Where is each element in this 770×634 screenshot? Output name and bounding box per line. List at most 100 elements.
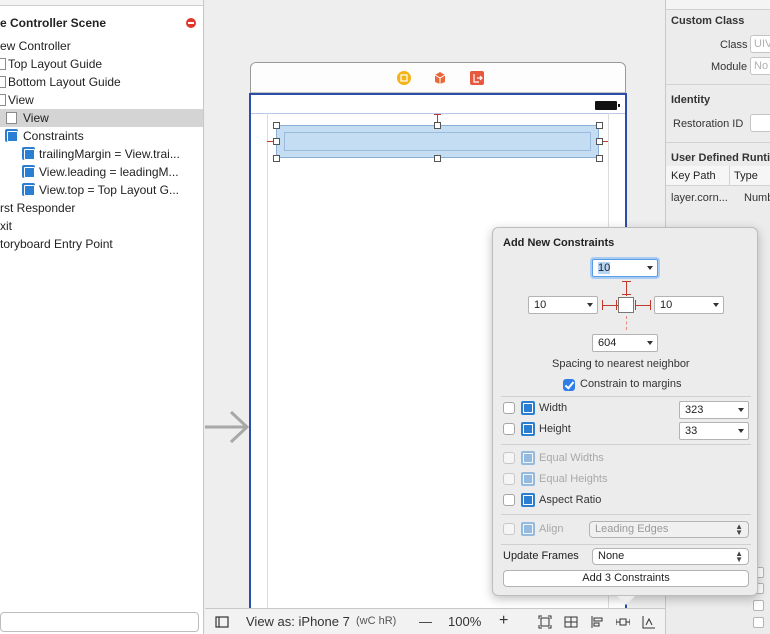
keypath-column[interactable]: Key Path	[671, 170, 716, 182]
update-frames-popup[interactable]: None ▲ ▼	[592, 548, 749, 565]
bottom-strut[interactable]	[626, 316, 627, 330]
outline-filter-field[interactable]	[0, 612, 199, 632]
resize-handle[interactable]	[596, 155, 603, 162]
aspect-ratio-label: Aspect Ratio	[539, 494, 602, 506]
zoom-out-button[interactable]: —	[419, 614, 432, 629]
resize-handle[interactable]	[596, 122, 603, 129]
equal-heights-label: Equal Heights	[539, 473, 608, 485]
restoration-id-field[interactable]	[750, 114, 770, 132]
height-icon	[521, 422, 535, 436]
bottom-spacing-value: 604	[598, 337, 617, 349]
aspect-ratio-icon	[521, 493, 535, 507]
top-spacing-field[interactable]: 10	[592, 259, 658, 277]
outline-item-constraint[interactable]: View.leading = leadingM...	[0, 163, 203, 181]
constraints-icon	[5, 129, 18, 142]
constrain-to-margins-label: Constrain to margins	[580, 378, 682, 390]
inspector-checkbox[interactable]	[753, 617, 764, 628]
divider	[501, 396, 751, 397]
outline-item-first-responder[interactable]: rst Responder	[0, 199, 203, 217]
chevron-down-icon[interactable]	[647, 341, 653, 345]
spacing-label: Spacing to nearest neighbor	[552, 358, 690, 370]
subview-content	[284, 132, 591, 151]
resize-handle[interactable]	[273, 138, 280, 145]
chevron-down-icon[interactable]	[587, 303, 593, 307]
exit-icon[interactable]	[470, 71, 484, 85]
constraint-icon	[22, 147, 35, 160]
divider	[501, 444, 751, 445]
align-popup[interactable]: Leading Edges ▲ ▼	[589, 521, 749, 538]
class-field[interactable]: UIV	[750, 35, 770, 53]
trailing-spacing-field[interactable]: 10	[654, 296, 724, 314]
view-as-button[interactable]: View as: iPhone 7	[246, 614, 350, 629]
add-constraints-icon[interactable]	[616, 615, 630, 629]
outline-item-constraint[interactable]: View.top = Top Layout G...	[0, 181, 203, 199]
equal-heights-checkbox[interactable]	[503, 473, 515, 485]
resize-handle[interactable]	[273, 122, 280, 129]
selected-subview[interactable]	[276, 125, 599, 158]
scene-title: e Controller Scene	[0, 16, 107, 30]
outline-item-bottom-layout-guide[interactable]: Bottom Layout Guide	[0, 73, 203, 91]
module-label: Module	[711, 61, 748, 73]
inspector-checkbox[interactable]	[753, 600, 764, 611]
restoration-id-label: Restoration ID	[673, 118, 744, 130]
align-checkbox[interactable]	[503, 523, 515, 535]
bottom-spacing-field[interactable]: 604	[592, 334, 658, 352]
entry-point-arrow-icon	[205, 410, 250, 444]
outline-item-label: toryboard Entry Point	[0, 237, 113, 251]
first-responder-icon[interactable]	[433, 71, 447, 85]
outline-item-constraint[interactable]: trailingMargin = View.trai...	[0, 145, 203, 163]
trailing-spacing-value: 10	[660, 299, 673, 311]
constrain-to-margins-checkbox[interactable]	[563, 379, 575, 391]
view-controller-icon[interactable]	[397, 71, 411, 85]
update-frames-label: Update Frames	[503, 550, 579, 562]
constraint-center-box	[618, 297, 634, 313]
outline-item-selected-view[interactable]: View	[0, 109, 203, 127]
resize-handle[interactable]	[434, 155, 441, 162]
outline-item-view-controller[interactable]: ew Controller	[0, 37, 203, 55]
height-value: 33	[685, 425, 698, 437]
height-field[interactable]: 33	[679, 422, 749, 440]
divider	[666, 142, 770, 143]
leading-strut-cap	[602, 300, 603, 310]
trailing-strut[interactable]	[635, 305, 651, 306]
resize-handle[interactable]	[273, 155, 280, 162]
top-strut-cap	[622, 281, 631, 282]
align-icon	[521, 522, 535, 536]
update-frames-icon[interactable]	[538, 615, 552, 629]
outline-item-constraints[interactable]: Constraints	[0, 127, 203, 145]
zoom-in-button[interactable]: +	[499, 612, 508, 630]
add-constraints-button[interactable]: Add 3 Constraints	[503, 570, 749, 587]
outline-item-exit[interactable]: xit	[0, 217, 203, 235]
resize-handle[interactable]	[434, 122, 441, 129]
module-field[interactable]: No	[750, 57, 770, 75]
aspect-ratio-checkbox[interactable]	[503, 494, 515, 506]
runtime-attribute-keypath[interactable]: layer.corn...	[671, 192, 728, 204]
popover-title: Add New Constraints	[503, 237, 615, 249]
align-icon[interactable]	[590, 615, 604, 629]
embed-stack-icon[interactable]	[564, 615, 578, 629]
equal-widths-checkbox[interactable]	[503, 452, 515, 464]
leading-spacing-field[interactable]: 10	[528, 296, 598, 314]
type-column[interactable]: Type	[734, 170, 758, 182]
chevron-down-icon[interactable]	[647, 266, 653, 270]
constraint-icon	[22, 183, 35, 196]
resize-handle[interactable]	[596, 138, 603, 145]
up-down-chevron-icon: ▲ ▼	[735, 549, 743, 564]
chevron-down-icon[interactable]	[738, 408, 744, 412]
remove-scene-icon[interactable]	[186, 18, 196, 28]
outline-item-root-view[interactable]: View	[0, 91, 203, 109]
scene-header[interactable]: e Controller Scene	[0, 14, 203, 32]
runtime-attribute-type[interactable]: Numb	[744, 192, 770, 204]
chevron-down-icon[interactable]	[738, 429, 744, 433]
resolve-issues-icon[interactable]	[642, 615, 656, 629]
width-label: Width	[539, 402, 568, 414]
outline-item-entry-point[interactable]: toryboard Entry Point	[0, 235, 203, 253]
outline-item-top-layout-guide[interactable]: Top Layout Guide	[0, 55, 203, 73]
width-field[interactable]: 323	[679, 401, 749, 419]
toggle-outline-icon[interactable]	[215, 615, 229, 629]
outline-item-label: View	[8, 93, 34, 107]
layout-guide-icon	[0, 76, 6, 88]
chevron-down-icon[interactable]	[713, 303, 719, 307]
height-checkbox[interactable]	[503, 423, 515, 435]
width-checkbox[interactable]	[503, 402, 515, 414]
